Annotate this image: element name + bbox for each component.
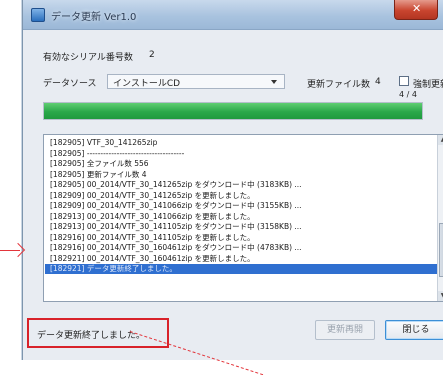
title-bar[interactable]: データ更新 Ver1.0 ✕ <box>23 0 443 30</box>
scroll-up-icon[interactable]: ▲ <box>438 135 443 145</box>
update-dialog: データ更新 Ver1.0 ✕ 有効なシリアル番号数 2 データソース インストー… <box>22 0 443 360</box>
force-update-label: 強制更新 <box>413 80 443 90</box>
log-line[interactable]: [182916] 00_2014/VTF_30_160461zip をダウンロー… <box>50 243 302 253</box>
log-line-selected[interactable]: [182921] データ更新終了しました。 <box>45 264 437 274</box>
restart-update-button[interactable]: 更新再開 <box>315 320 375 340</box>
window-title: データ更新 Ver1.0 <box>51 12 137 23</box>
log-line[interactable]: [182913] 00_2014/VTF_30_141105zip をダウンロー… <box>50 222 302 232</box>
status-message-box: データ更新終了しました。 <box>27 318 169 348</box>
log-scrollbar[interactable]: ▲ ▼ <box>437 135 443 301</box>
data-source-select[interactable]: インストールCD <box>107 74 285 89</box>
scroll-down-icon[interactable]: ▼ <box>438 291 443 301</box>
update-file-count-label: 更新ファイル数 <box>307 80 371 90</box>
log-line[interactable]: [182905] 更新ファイル数 4 <box>50 170 147 180</box>
log-line[interactable]: [182905] 00_2014/VTF_30_141265zip をダウンロー… <box>50 180 302 190</box>
progress-bar <box>43 102 423 120</box>
log-line[interactable]: [182921] 00_2014/VTF_30_160461zip を更新しまし… <box>50 254 255 264</box>
log-line[interactable]: [182909] 00_2014/VTF_30_141265zip を更新しまし… <box>50 191 255 201</box>
progress-text: 4 / 4 <box>399 90 417 99</box>
status-message: データ更新終了しました。 <box>37 331 146 341</box>
data-source-label: データソース <box>43 79 97 89</box>
log-line[interactable]: [182913] 00_2014/VTF_30_141066zip を更新しまし… <box>50 212 255 222</box>
log-line[interactable]: [182905] VTF_30_141265zip <box>50 138 157 148</box>
chevron-down-icon <box>271 80 277 84</box>
serial-count-label: 有効なシリアル番号数 <box>43 53 133 63</box>
log-list[interactable]: ▲ ▼ [182905] VTF_30_141265zip[182905] --… <box>43 134 443 302</box>
close-button[interactable]: 閉じる <box>385 320 443 340</box>
scroll-thumb[interactable] <box>439 223 443 277</box>
log-line[interactable]: [182916] 00_2014/VTF_30_141105zip を更新しまし… <box>50 233 255 243</box>
serial-count-value: 2 <box>149 50 155 60</box>
data-source-value: インストールCD <box>113 79 181 89</box>
log-line[interactable]: [182909] 00_2014/VTF_30_141066zip をダウンロー… <box>50 201 302 211</box>
progress-fill <box>44 103 422 119</box>
window-close-button[interactable]: ✕ <box>394 0 438 20</box>
update-file-count-value: 4 <box>375 77 381 87</box>
close-icon: ✕ <box>412 2 422 15</box>
force-update-checkbox[interactable] <box>399 76 409 86</box>
log-line[interactable]: [182905] 全ファイル数 556 <box>50 159 149 169</box>
app-icon <box>31 8 45 22</box>
log-line[interactable]: [182905] -------------------------------… <box>50 149 184 159</box>
